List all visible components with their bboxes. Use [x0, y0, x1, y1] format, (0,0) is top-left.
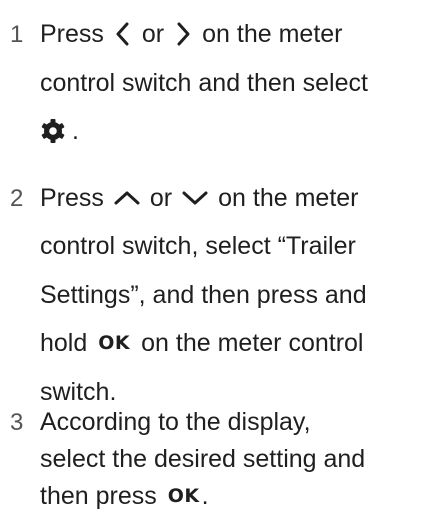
step-line: control switch and then select [40, 69, 368, 97]
step-number: 2 [10, 185, 24, 212]
step-text: Press [40, 20, 104, 48]
chevron-right-icon [173, 21, 193, 47]
step-line: select the desired setting and [40, 445, 366, 473]
step-text: Press [40, 184, 104, 212]
gear-icon [40, 118, 66, 144]
step-line: . [40, 116, 79, 146]
step-line: hold OK on the meter control [40, 328, 363, 358]
step-line: control switch, select “Trailer [40, 232, 356, 260]
step-text: hold [40, 329, 88, 357]
chevron-down-icon [181, 188, 209, 208]
step-text: . [201, 482, 209, 510]
chevron-up-icon [113, 188, 141, 208]
step-number: 1 [10, 21, 24, 48]
step-line: Press or on the meter [40, 19, 343, 49]
step-text: or [149, 184, 173, 212]
chevron-left-icon [113, 21, 133, 47]
step-text: or [141, 20, 165, 48]
step-number: 3 [10, 409, 24, 436]
step-text: . [72, 117, 79, 145]
ok-button-glyph: OK [167, 485, 200, 507]
step-text: on the meter [202, 20, 343, 48]
step-line: Press or on the meter [40, 183, 359, 213]
step-text: on the meter control [141, 329, 364, 357]
step-line: then press OK . [40, 481, 209, 511]
step-line: switch. [40, 378, 117, 406]
step-line: According to the display, [40, 408, 311, 436]
step-text: then press [40, 482, 157, 510]
step-text: on the meter [218, 184, 359, 212]
ok-button-glyph: OK [98, 332, 131, 354]
step-line: Settings”, and then press and [40, 281, 367, 309]
